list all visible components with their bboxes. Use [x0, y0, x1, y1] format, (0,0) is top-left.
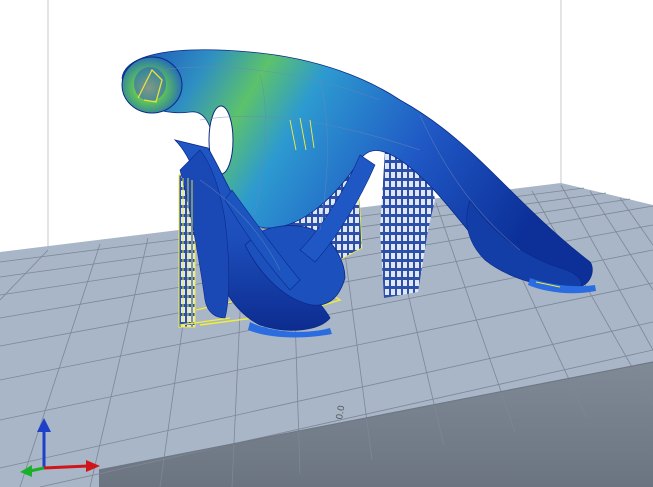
scene-canvas: 0.0: [0, 0, 653, 487]
3d-viewport[interactable]: 0.0: [0, 0, 653, 487]
